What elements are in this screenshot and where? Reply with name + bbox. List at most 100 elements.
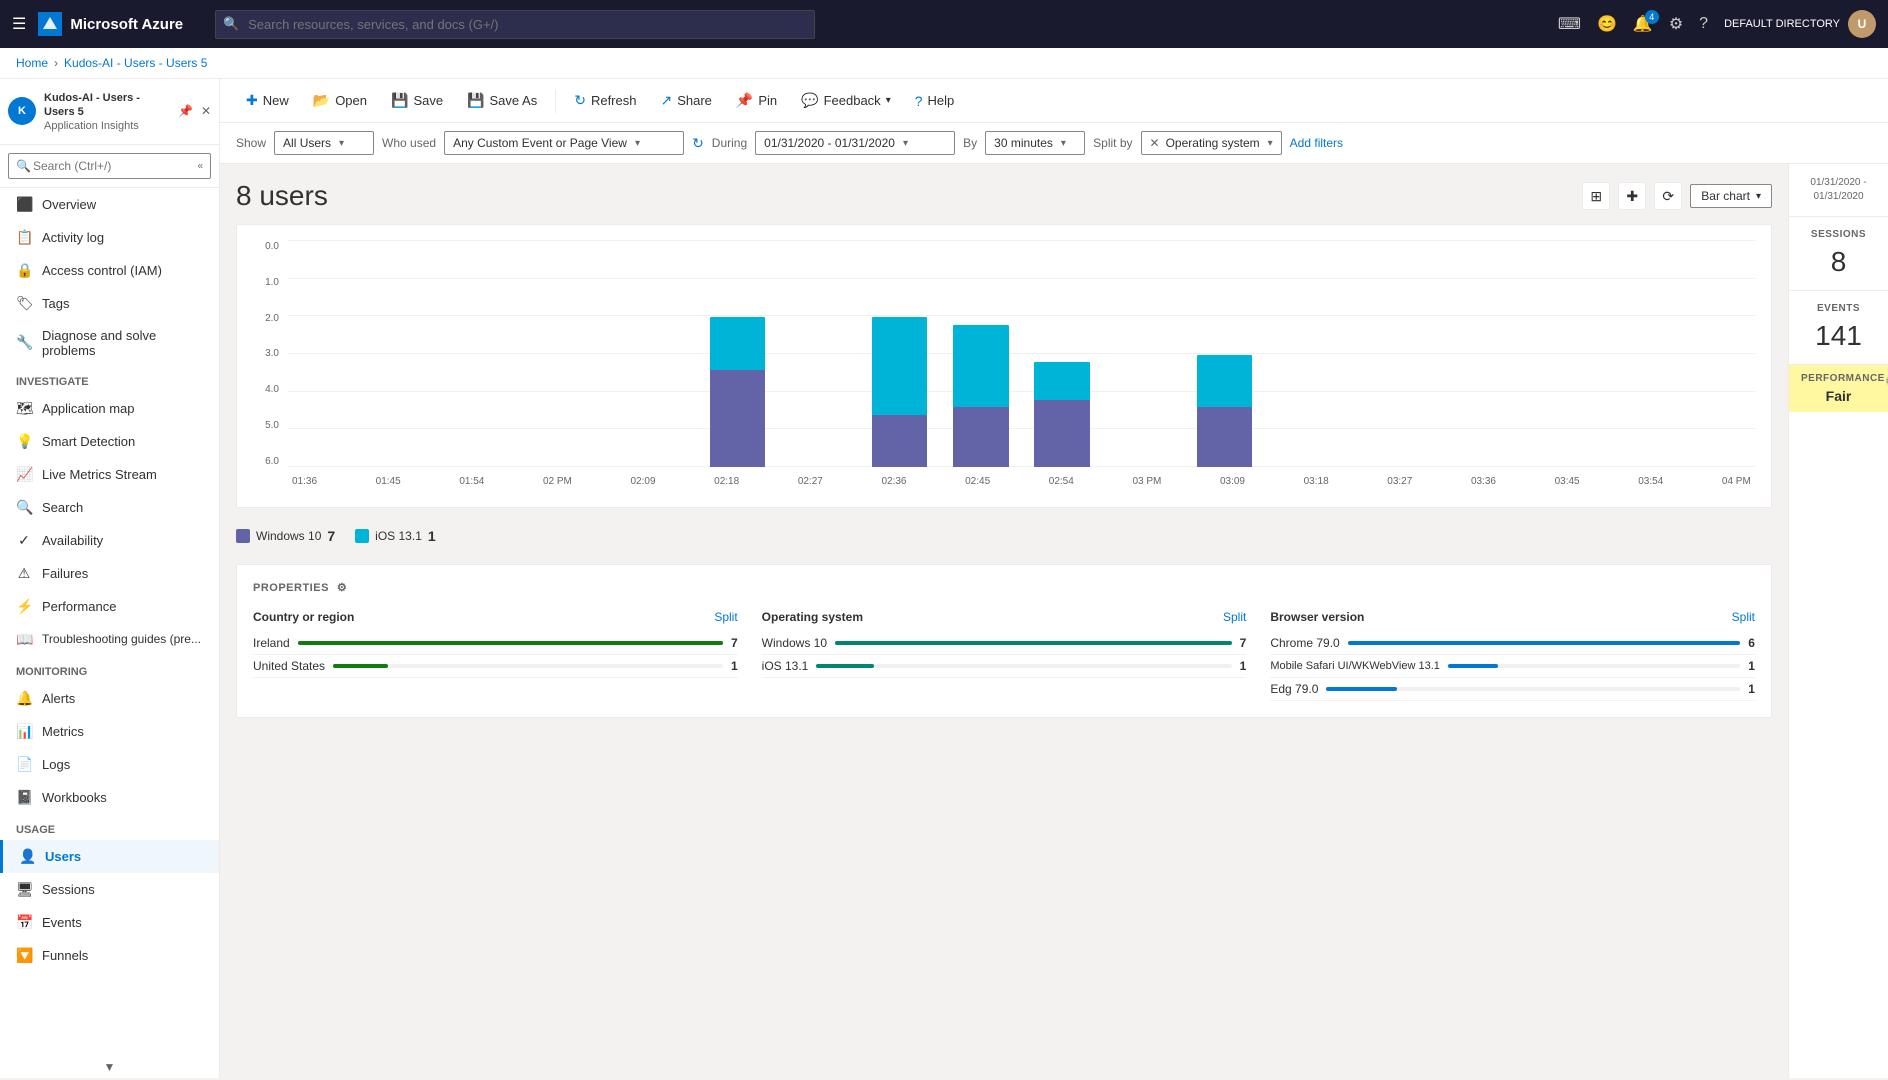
bar-cyan-7 <box>872 317 927 415</box>
sidebar-item-smart-detection[interactable]: 💡 Smart Detection <box>0 425 219 458</box>
search-nav-icon: 🔍 <box>16 499 32 516</box>
show-value: All Users <box>283 136 331 150</box>
save-button[interactable]: 💾 Save <box>381 87 453 114</box>
sidebar-item-metrics-label: Metrics <box>42 724 84 739</box>
sidebar-item-alerts-label: Alerts <box>42 691 75 706</box>
sidebar-item-diagnose[interactable]: 🔧 Diagnose and solve problems <box>0 320 219 366</box>
sidebar-item-availability[interactable]: ✓ Availability <box>0 524 219 557</box>
sidebar-item-workbooks[interactable]: 📓 Workbooks <box>0 781 219 814</box>
prop-col-country-title: Country or region Split <box>253 610 738 624</box>
refresh-button[interactable]: ↻ Refresh <box>564 87 646 114</box>
global-search[interactable]: 🔍 <box>215 10 815 39</box>
global-search-input[interactable] <box>215 10 815 39</box>
show-dropdown[interactable]: All Users ▾ <box>274 131 374 155</box>
sidebar-search-container: 🔍 « <box>0 145 219 188</box>
sidebar-item-funnels[interactable]: 🔽 Funnels <box>0 939 219 972</box>
y-label-60: 6.0 <box>253 456 283 467</box>
breadcrumb-parent[interactable]: Kudos-AI - Users - Users 5 <box>64 56 207 70</box>
feedback-icon[interactable]: 😊 <box>1597 14 1617 34</box>
logo: Microsoft Azure <box>38 12 183 36</box>
sidebar-app-subtitle: Application Insights <box>44 120 170 132</box>
sidebar-item-events[interactable]: 📅 Events <box>0 906 219 939</box>
properties-grid: Country or region Split Ireland 7 <box>253 610 1755 701</box>
chart-type-dropdown[interactable]: Bar chart ▾ <box>1690 184 1772 208</box>
share-button[interactable]: ↗ Share <box>650 87 721 114</box>
prop-browser-split-link[interactable]: Split <box>1732 610 1755 624</box>
sidebar-scroll-down[interactable]: ▼ <box>0 1056 219 1078</box>
help-icon[interactable]: ? <box>1699 15 1708 33</box>
filter-refresh-icon[interactable]: ↻ <box>692 135 704 152</box>
split-by-clear-icon[interactable]: ✕ <box>1150 136 1160 150</box>
open-button[interactable]: 📂 Open <box>303 87 377 114</box>
sidebar-item-metrics[interactable]: 📊 Metrics <box>0 715 219 748</box>
performance-card: PERFORMANCE ⚙ Fair <box>1789 365 1888 412</box>
split-by-value: Operating system <box>1166 136 1260 150</box>
close-sidebar-icon[interactable]: ✕ <box>201 104 211 118</box>
sidebar-item-tags[interactable]: 🏷 Tags <box>0 287 219 320</box>
bar-group-3 <box>536 241 615 467</box>
prop-country-split-link[interactable]: Split <box>714 610 737 624</box>
sidebar-item-sessions[interactable]: 🖥 Sessions <box>0 873 219 906</box>
sidebar-item-activity-log[interactable]: 📋 Activity log <box>0 221 219 254</box>
grid-view-icon[interactable]: ⊞ <box>1582 182 1610 210</box>
add-filters-link[interactable]: Add filters <box>1290 132 1343 154</box>
split-by-dropdown[interactable]: ✕ Operating system ▾ <box>1141 131 1282 155</box>
sidebar-item-live-metrics[interactable]: 📈 Live Metrics Stream <box>0 458 219 491</box>
sidebar-item-alerts[interactable]: 🔔 Alerts <box>0 682 219 715</box>
diagnose-icon: 🔧 <box>16 334 32 351</box>
who-used-label: Who used <box>382 136 436 150</box>
share-chart-icon[interactable]: ⟳ <box>1654 182 1682 210</box>
bar-group-0 <box>292 241 371 467</box>
who-used-dropdown[interactable]: Any Custom Event or Page View ▾ <box>444 131 684 155</box>
chart-x-labels: 01:36 01:45 01:54 02 PM 02:09 02:18 02:2… <box>288 476 1755 487</box>
prop-bar-ios-wrap <box>816 664 1231 668</box>
unpin-icon[interactable]: 📌 <box>178 104 193 118</box>
notifications-icon[interactable]: 🔔 4 <box>1633 14 1653 34</box>
sidebar-item-logs[interactable]: 📄 Logs <box>0 748 219 781</box>
sidebar-section-monitoring: Monitoring <box>0 656 219 682</box>
open-icon: 📂 <box>313 92 330 109</box>
sidebar-item-access-control[interactable]: 🔒 Access control (IAM) <box>0 254 219 287</box>
sidebar-item-troubleshooting[interactable]: 📖 Troubleshooting guides (pre... <box>0 623 219 656</box>
bar-cyan-5 <box>710 317 765 370</box>
feedback-button[interactable]: 💬 Feedback ▾ <box>791 87 901 114</box>
prop-bar-ireland <box>298 641 723 645</box>
feedback-icon: 💬 <box>801 92 818 109</box>
properties-gear-icon[interactable]: ⚙ <box>337 581 347 594</box>
breadcrumb-sep1: › <box>54 56 58 70</box>
main-layout: K Kudos-AI - Users - Users 5 Application… <box>0 79 1888 1078</box>
sidebar-item-users[interactable]: 👤 Users <box>0 840 219 873</box>
add-chart-icon[interactable]: ✚ <box>1618 182 1646 210</box>
bar-group-14 <box>1428 241 1507 467</box>
sidebar-search-input[interactable] <box>8 153 211 179</box>
sidebar-item-search[interactable]: 🔍 Search <box>0 491 219 524</box>
chart-toolbar: ⊞ ✚ ⟳ Bar chart ▾ <box>1582 182 1772 210</box>
new-button[interactable]: ✚ New <box>236 87 299 114</box>
toolbar-divider-1 <box>555 89 556 113</box>
sidebar-item-application-map[interactable]: 🗺 Application map <box>0 392 219 425</box>
prop-col-os-title: Operating system Split <box>762 610 1247 624</box>
sidebar-item-failures[interactable]: ⚠ Failures <box>0 557 219 590</box>
by-dropdown[interactable]: 30 minutes ▾ <box>985 131 1085 155</box>
prop-bar-edge-wrap <box>1326 687 1740 691</box>
sidebar-item-overview[interactable]: ⬛ Overview <box>0 188 219 221</box>
legend-label-windows: Windows 10 <box>256 529 321 543</box>
collapse-sidebar-icon[interactable]: « <box>197 160 203 171</box>
sidebar-item-performance[interactable]: ⚡ Performance <box>0 590 219 623</box>
cloud-shell-icon[interactable]: ⌨ <box>1558 14 1581 34</box>
during-dropdown[interactable]: 01/31/2020 - 01/31/2020 ▾ <box>755 131 955 155</box>
bar-group-6 <box>779 241 858 467</box>
application-map-icon: 🗺 <box>16 400 32 417</box>
settings-icon[interactable]: ⚙ <box>1669 14 1683 34</box>
overview-icon: ⬛ <box>16 196 32 213</box>
pin-button[interactable]: 📌 Pin <box>726 87 787 114</box>
bar-purple-7 <box>872 415 927 468</box>
filter-bar: Show All Users ▾ Who used Any Custom Eve… <box>220 123 1888 164</box>
chart-type-label: Bar chart <box>1701 189 1750 203</box>
breadcrumb-home[interactable]: Home <box>16 56 48 70</box>
save-as-button[interactable]: 💾 Save As <box>457 87 547 114</box>
user-profile[interactable]: DEFAULT DIRECTORY U <box>1724 10 1876 38</box>
hamburger-icon[interactable]: ☰ <box>12 14 26 34</box>
prop-os-split-link[interactable]: Split <box>1223 610 1246 624</box>
help-button[interactable]: ? Help <box>905 88 965 114</box>
